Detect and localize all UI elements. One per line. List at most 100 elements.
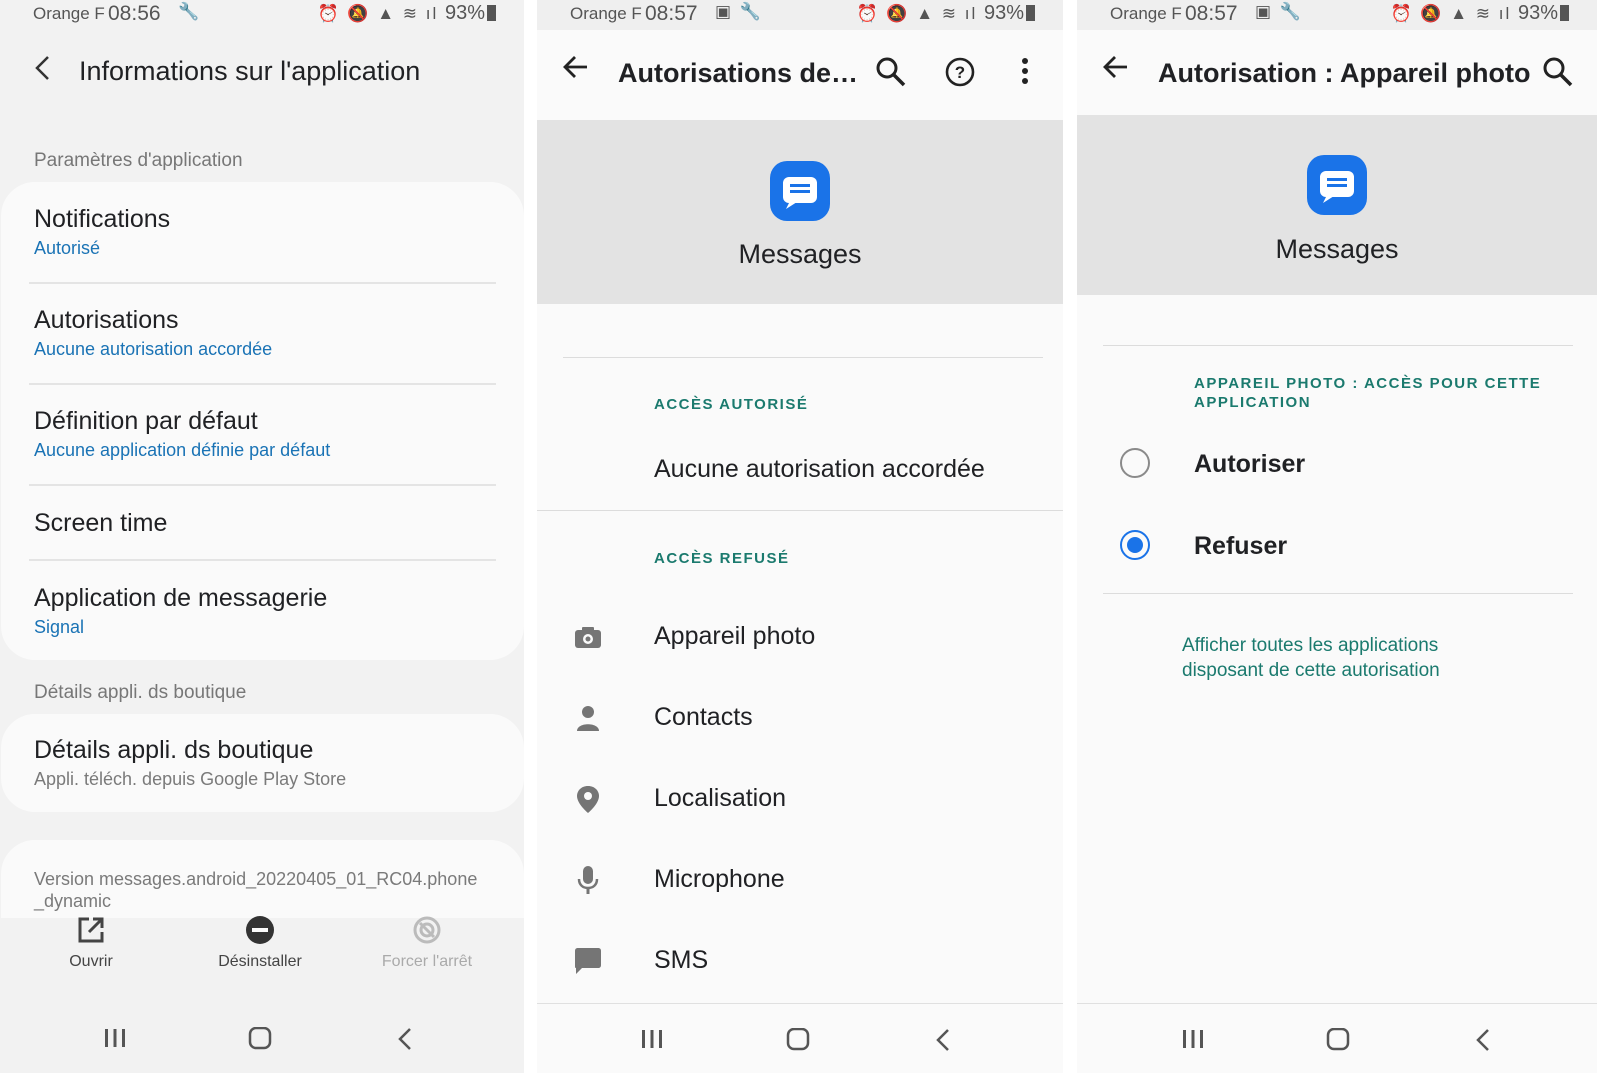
item-subtitle: Signal [34, 617, 85, 637]
item-title: Notifications [34, 205, 171, 233]
force-stop-label: Forcer l'arrêt [381, 953, 473, 970]
messages-app-icon [1307, 155, 1367, 215]
settings-item-screen-time[interactable]: Screen time [34, 509, 494, 538]
allow-radio[interactable] [1120, 448, 1150, 478]
navigation-bar [0, 1003, 524, 1073]
settings-item-permissions[interactable]: Autorisations Aucune autorisation accord… [34, 306, 494, 360]
clock: 08:56 [108, 2, 161, 25]
divider [29, 484, 496, 486]
navigation-bar [537, 1003, 1063, 1073]
status-bar: Orange F 08:57 ▣ 🔧 ⏰ 🔕 ▲ ≋ ıl 93% [537, 0, 1063, 30]
permission-item-sms[interactable]: SMS [537, 924, 1063, 1005]
status-bar: Orange F 08:57 ▣ 🔧 ⏰ 🔕 ▲ ≋ ıl 93% [1077, 0, 1597, 30]
battery-level: 93% [444, 2, 485, 24]
permission-label: Appareil photo [654, 622, 816, 650]
location-pin-icon [577, 786, 599, 813]
page-title: Informations sur l'application [79, 56, 421, 86]
help-icon[interactable]: ? [944, 56, 976, 88]
divider [537, 510, 1063, 511]
deny-option-label[interactable]: Refuser [1194, 532, 1287, 561]
home-icon[interactable] [248, 1027, 272, 1051]
item-subtitle: Aucune autorisation accordée [34, 339, 273, 359]
divider [1103, 345, 1573, 346]
clock: 08:57 [645, 2, 698, 25]
denied-section-header: ACCÈS REFUSÉ [654, 550, 790, 567]
back-nav-icon[interactable] [397, 1027, 413, 1051]
wrench-icon: 🔧 [178, 2, 202, 21]
messages-app-icon [770, 161, 830, 221]
app-header: Messages [537, 120, 1063, 304]
recent-apps-icon[interactable] [103, 1027, 127, 1049]
permission-label: SMS [654, 946, 709, 974]
permission-item-microphone[interactable]: Microphone [537, 843, 1063, 924]
open-button[interactable]: Ouvrir [16, 915, 166, 971]
permission-item-location[interactable]: Localisation [537, 762, 1063, 843]
page-title: Autorisations de… [618, 58, 859, 88]
system-status-icons: ⏰ 🔕 ▲ ≋ ıl 93% [856, 2, 1035, 25]
divider [29, 383, 496, 385]
app-header: Messages [1077, 115, 1597, 295]
home-icon[interactable] [786, 1028, 810, 1052]
divider [563, 357, 1043, 358]
toolbar: Autorisation : Appareil photo [1077, 30, 1597, 115]
divider [1103, 593, 1573, 594]
allow-option-label[interactable]: Autoriser [1194, 450, 1305, 479]
back-nav-icon[interactable] [1475, 1028, 1491, 1052]
person-icon [577, 706, 599, 731]
recent-apps-icon[interactable] [1181, 1028, 1205, 1050]
settings-item-store-details[interactable]: Détails appli. ds boutique Appli. téléch… [34, 736, 494, 790]
app-settings-card: Notifications Autorisé Autorisations Auc… [1, 182, 524, 660]
camera-icon [575, 627, 601, 648]
uninstall-button[interactable]: Désinstaller [185, 915, 335, 971]
settings-item-defaults[interactable]: Définition par défaut Aucune application… [34, 407, 494, 461]
more-options-icon[interactable] [1009, 56, 1041, 88]
open-external-icon [78, 917, 104, 943]
app-info-screen: Orange F 08:56 🔧 ⏰ 🔕 ▲ ≋ ıl 93% Informat… [0, 0, 524, 1073]
item-subtitle: Appli. téléch. depuis Google Play Store [34, 769, 347, 789]
settings-item-messaging-app[interactable]: Application de messagerie Signal [34, 584, 494, 638]
back-arrow-icon[interactable] [563, 54, 589, 80]
back-chevron-icon[interactable] [33, 55, 79, 88]
item-subtitle: Aucune application définie par défaut [34, 440, 331, 460]
recent-apps-icon[interactable] [640, 1028, 664, 1050]
store-details-card: Détails appli. ds boutique Appli. téléch… [1, 714, 524, 812]
search-icon[interactable] [875, 56, 907, 88]
svg-text:?: ? [955, 63, 965, 82]
back-arrow-icon[interactable] [1103, 54, 1129, 80]
toolbar: Autorisations de… ? [537, 30, 1063, 115]
back-nav-icon[interactable] [935, 1028, 951, 1052]
home-icon[interactable] [1326, 1028, 1350, 1052]
camera-access-header: APPAREIL PHOTO : ACCÈS POUR CETTE APPLIC… [1194, 375, 1542, 411]
uninstall-label: Désinstaller [218, 953, 302, 970]
notification-icons: ▣ 🔧 [1255, 2, 1303, 21]
section-label-app-settings: Paramètres d'application [34, 150, 243, 171]
force-stop-button[interactable]: Forcer l'arrêt [352, 915, 502, 971]
no-permissions-granted: Aucune autorisation accordée [654, 455, 985, 483]
section-label-store: Détails appli. ds boutique [34, 682, 247, 703]
open-label: Ouvrir [69, 953, 113, 970]
app-permissions-screen: Orange F 08:57 ▣ 🔧 ⏰ 🔕 ▲ ≋ ıl 93% Autori… [537, 0, 1063, 1073]
page-title: Autorisation : Appareil photo [1158, 58, 1531, 88]
permission-item-contacts[interactable]: Contacts [537, 681, 1063, 762]
battery-level: 93% [983, 2, 1024, 24]
permission-item-camera[interactable]: Appareil photo [537, 600, 1063, 681]
item-title: Détails appli. ds boutique [34, 736, 314, 764]
app-name: Messages [738, 239, 862, 269]
battery-icon [1560, 5, 1569, 21]
stop-icon [413, 916, 441, 944]
system-status-icons: ⏰ 🔕 ▲ ≋ ıl 93% [317, 2, 496, 25]
settings-item-notifications[interactable]: Notifications Autorisé [34, 205, 494, 259]
navigation-bar [1077, 1003, 1597, 1073]
battery-level: 93% [1517, 2, 1558, 24]
version-text: Version messages.android_20220405_01_RC0… [34, 869, 478, 911]
show-all-apps-link[interactable]: Afficher toutes les applications disposa… [1182, 633, 1482, 683]
item-title: Autorisations [34, 306, 179, 334]
search-icon[interactable] [1542, 56, 1574, 88]
status-bar: Orange F 08:56 🔧 ⏰ 🔕 ▲ ≋ ıl 93% [0, 0, 524, 30]
camera-permission-screen: Orange F 08:57 ▣ 🔧 ⏰ 🔕 ▲ ≋ ıl 93% Autori… [1077, 0, 1597, 1073]
item-subtitle: Autorisé [34, 238, 101, 258]
carrier-label: Orange F [33, 4, 105, 23]
deny-radio[interactable] [1120, 530, 1150, 560]
permission-label: Microphone [654, 865, 785, 893]
divider [29, 282, 496, 284]
